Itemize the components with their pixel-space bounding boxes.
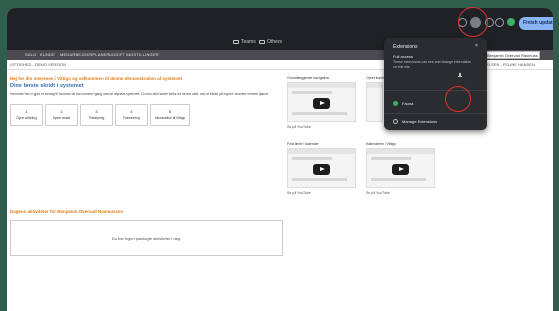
youtube-link[interactable]: Se på YouTube	[287, 191, 311, 195]
todays-activities-title: Dagens aktiviteter for Benjamin Overvad …	[10, 209, 124, 214]
gear-icon	[393, 119, 398, 124]
video-thumbnail[interactable]	[287, 82, 356, 122]
annotation-circle	[445, 86, 471, 112]
user-select[interactable]: Benjamin Overvad Rasmuss	[484, 51, 540, 59]
full-access-description: These extensions can see and change info…	[393, 60, 472, 69]
step-number: 1	[25, 109, 28, 114]
step-4-card[interactable]: 4 Fakturering	[115, 104, 148, 126]
step-label: Opret ansat	[52, 116, 71, 120]
step-label: Tidsstyring	[88, 116, 105, 120]
step-5-card[interactable]: 5 Introduktion til Vittigo	[150, 104, 190, 126]
youtube-link[interactable]: Se på YouTube	[366, 191, 390, 195]
step-label: Opret afdeling	[16, 116, 37, 120]
annotation-circle	[458, 7, 488, 37]
video-thumbnail[interactable]	[366, 148, 435, 188]
play-icon[interactable]	[392, 164, 409, 175]
nav-udgift[interactable]: UDGIFT	[109, 52, 125, 57]
video-title: Find timer i kalender	[287, 142, 319, 146]
video-thumbnail[interactable]	[366, 82, 383, 122]
youtube-link[interactable]: Se på YouTube	[287, 125, 311, 129]
folder-icon	[259, 40, 265, 44]
step-1-card[interactable]: 1 Opret afdeling	[10, 104, 43, 126]
close-icon[interactable]: ×	[475, 43, 478, 49]
step-2-card[interactable]: 2 Opret ansat	[45, 104, 78, 126]
welcome-heading: Hej for din interesse i Vittigo og velko…	[10, 76, 182, 81]
play-icon[interactable]	[313, 98, 330, 109]
finish-update-button[interactable]: Finish update	[519, 17, 553, 30]
bookmark-teams[interactable]: Teams	[233, 39, 256, 45]
step-label: Introduktion til Vittigo	[154, 116, 186, 120]
first-steps-description: Herunder har vi gjort et forslag til hvo…	[10, 92, 270, 96]
extension-logo-icon	[393, 101, 398, 106]
page-subtitle: VITTIGHED - DEMO VERSION	[10, 62, 67, 67]
play-icon[interactable]	[313, 164, 330, 175]
manage-extensions-link[interactable]: Manage Extensions	[393, 119, 437, 124]
nav-salg[interactable]: SALG	[25, 52, 36, 57]
first-steps-title: Dine første skridt i systemet	[10, 83, 84, 89]
bookmark-others[interactable]: Others	[259, 39, 282, 45]
video-thumbnail[interactable]	[287, 148, 356, 188]
nav-kunde[interactable]: KUNDE	[40, 52, 55, 57]
step-label: Fakturering	[123, 116, 140, 120]
video-title: Kalenderen i Vittigo	[366, 142, 397, 146]
step-number: 3	[95, 109, 98, 114]
full-access-label: Full access	[393, 54, 414, 59]
extensions-popup: Extensions × Full access These extension…	[384, 38, 487, 130]
sidebar-icon[interactable]	[495, 18, 504, 27]
step-number: 2	[60, 109, 63, 114]
folder-icon	[233, 40, 239, 44]
video-title: Opret kunde	[366, 76, 386, 80]
nav-medarbejderplaner[interactable]: MEDARBEJDERPLANER	[60, 52, 110, 57]
pin-icon[interactable]	[458, 73, 462, 78]
video-title: Grundlæggende navigation	[287, 76, 330, 80]
extensions-title: Extensions	[393, 44, 418, 50]
step-number: 5	[168, 109, 172, 114]
step-3-card[interactable]: 3 Tidsstyring	[80, 104, 113, 126]
step-number: 4	[130, 109, 133, 114]
profile-avatar[interactable]	[507, 18, 515, 26]
browser-window: Finish update Teams Others SALG KUNDE ME…	[7, 8, 553, 311]
extension-fauna[interactable]: Fauna	[393, 101, 413, 106]
no-activities-text: Du har ingen planlagte aktiviteter i dag…	[111, 236, 182, 241]
nav-indstillinger[interactable]: INDSTILLINGER	[126, 52, 159, 57]
todays-activities-panel: Du har ingen planlagte aktiviteter i dag…	[10, 220, 283, 256]
